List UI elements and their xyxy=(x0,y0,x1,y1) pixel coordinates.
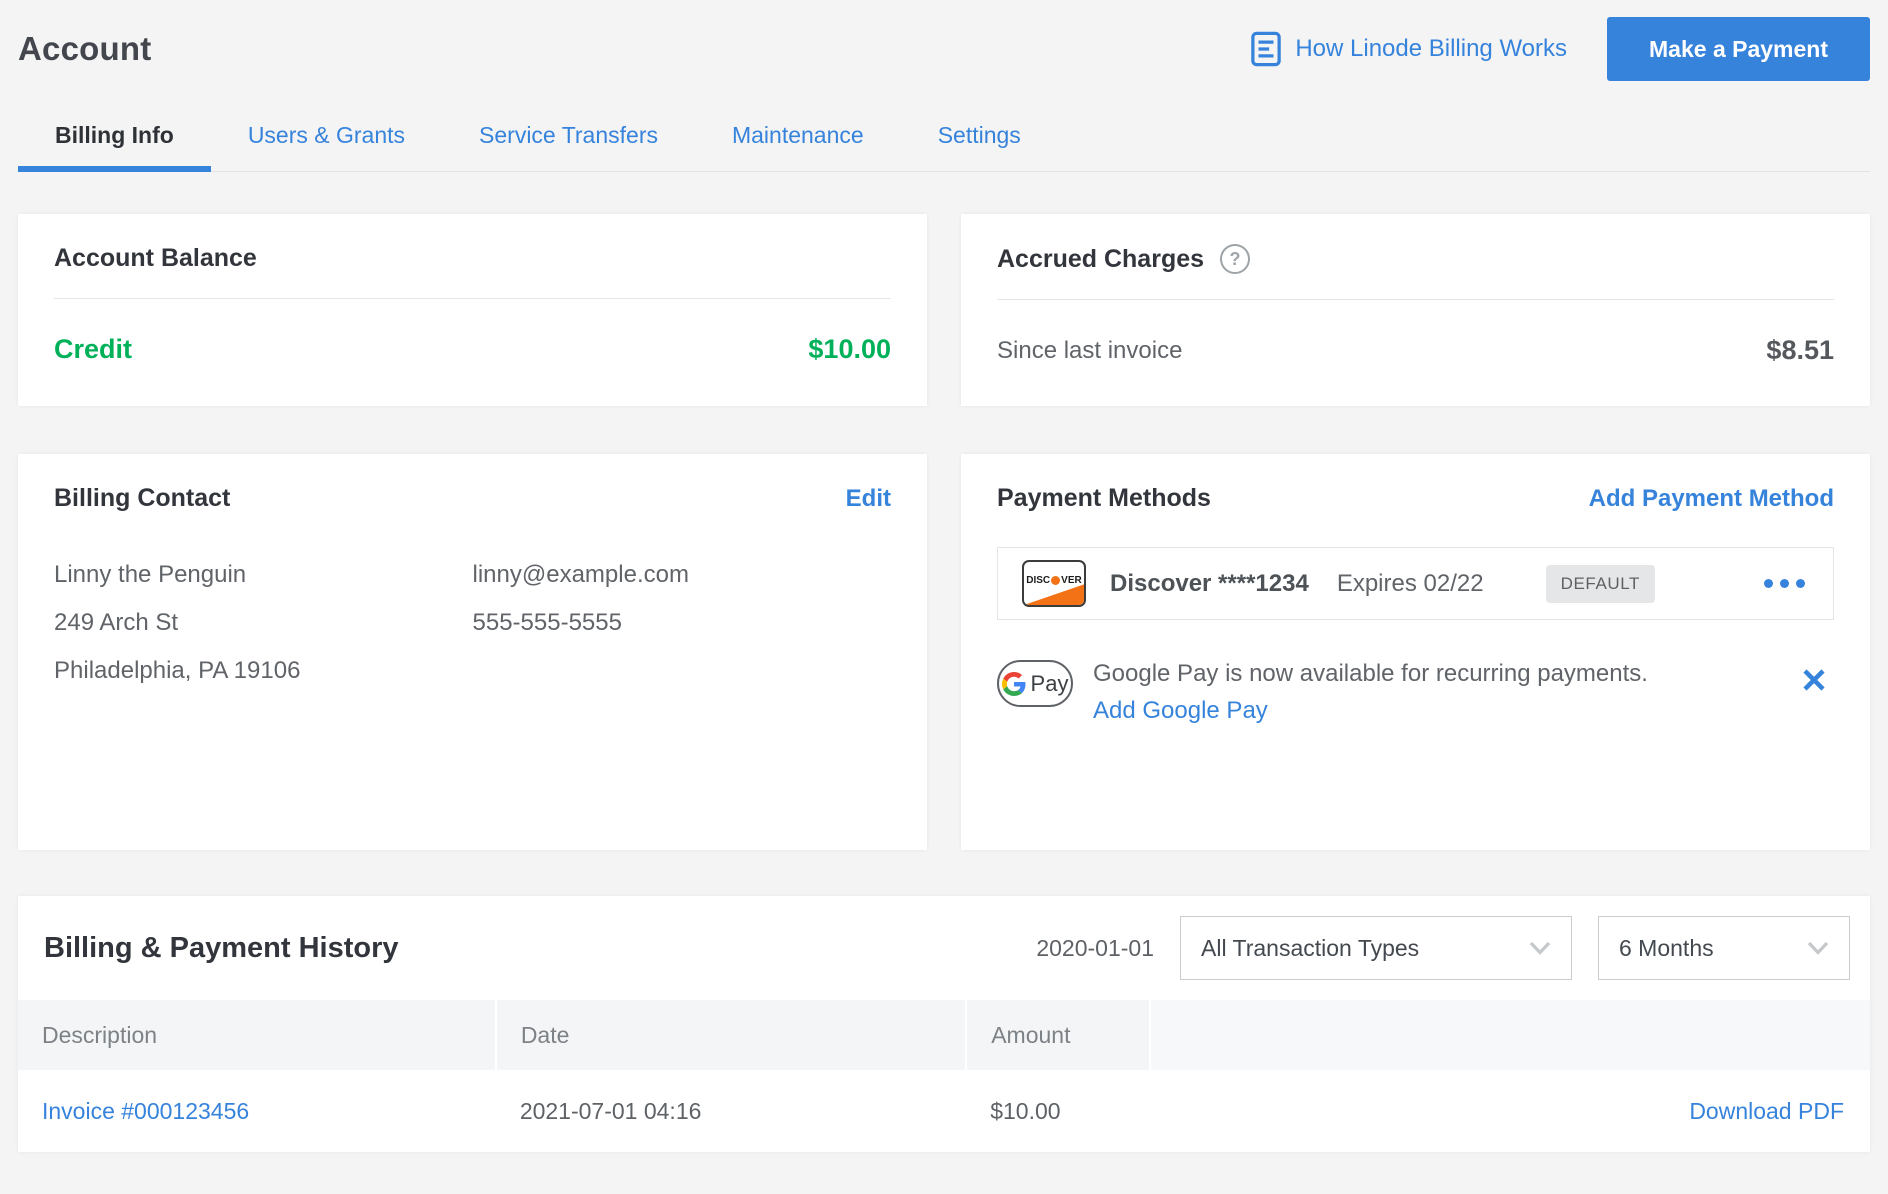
invoice-date: 2021-07-01 04:16 xyxy=(496,1070,966,1152)
tab-maintenance[interactable]: Maintenance xyxy=(695,108,901,171)
google-pay-texts: Google Pay is now available for recurrin… xyxy=(1093,660,1794,725)
contact-name: Linny the Penguin xyxy=(54,561,473,589)
date-range-value: 6 Months xyxy=(1619,935,1714,962)
divider xyxy=(54,298,891,299)
discover-card-icon: DISC VER xyxy=(1022,560,1086,607)
page-title: Account xyxy=(18,30,151,68)
column-header-amount: Amount xyxy=(966,1000,1149,1070)
column-header-description: Description xyxy=(18,1000,496,1070)
card-number-label: Discover ****1234 xyxy=(1110,570,1309,598)
credit-amount: $10.00 xyxy=(808,334,891,365)
contact-email: linny@example.com xyxy=(473,561,892,589)
document-icon xyxy=(1251,31,1281,67)
transaction-type-value: All Transaction Types xyxy=(1201,935,1419,962)
download-pdf-link[interactable]: Download PDF xyxy=(1689,1098,1844,1124)
billing-contact-card: Billing Contact Edit Linny the Penguin 2… xyxy=(18,454,927,850)
account-page: Account How Linode Billing Works Make a … xyxy=(0,0,1888,1152)
default-badge: DEFAULT xyxy=(1546,565,1655,603)
discover-orange-dot xyxy=(1051,576,1060,585)
chevron-down-icon xyxy=(1529,941,1551,955)
add-google-pay-link[interactable]: Add Google Pay xyxy=(1093,697,1268,725)
billing-contact-title: Billing Contact xyxy=(54,484,230,513)
google-pay-notice: Pay Google Pay is now available for recu… xyxy=(997,660,1834,725)
accrued-charges-row: Since last invoice $8.51 xyxy=(997,335,1834,366)
detail-cards-row: Billing Contact Edit Linny the Penguin 2… xyxy=(18,454,1870,850)
payment-methods-title: Payment Methods xyxy=(997,484,1211,513)
invoice-link[interactable]: Invoice #000123456 xyxy=(42,1098,249,1124)
tab-bar: Billing Info Users & Grants Service Tran… xyxy=(18,108,1870,172)
accrued-charges-card: Accrued Charges ? Since last invoice $8.… xyxy=(961,214,1870,406)
payment-method-row: DISCVER Discover ****1234 Expires 02/22 … xyxy=(997,547,1834,620)
contact-phone: 555-555-5555 xyxy=(473,609,892,637)
menu-dot xyxy=(1796,579,1805,588)
column-header-date: Date xyxy=(496,1000,966,1070)
add-payment-method-link[interactable]: Add Payment Method xyxy=(1589,485,1834,513)
discover-logo-right: VER xyxy=(1061,575,1082,586)
payment-method-actions-menu[interactable] xyxy=(1760,569,1809,598)
account-balance-card: Account Balance Credit $10.00 xyxy=(18,214,927,406)
header-actions: How Linode Billing Works Make a Payment xyxy=(1251,17,1870,81)
card-expiry-label: Expires 02/22 xyxy=(1337,570,1484,598)
table-row: Invoice #000123456 2021-07-01 04:16 $10.… xyxy=(18,1070,1870,1152)
discover-logo-text: DISC VER xyxy=(1026,575,1081,586)
how-linode-billing-works-link[interactable]: How Linode Billing Works xyxy=(1251,31,1567,67)
contact-address-line2: Philadelphia, PA 19106 xyxy=(54,657,473,685)
account-balance-title: Account Balance xyxy=(54,244,891,273)
tab-service-transfers[interactable]: Service Transfers xyxy=(442,108,695,171)
contact-address-column: Linny the Penguin 249 Arch St Philadelph… xyxy=(54,561,473,685)
history-filters: 2020-01-01 All Transaction Types 6 Month… xyxy=(1036,916,1850,980)
summary-cards-row: Account Balance Credit $10.00 Accrued Ch… xyxy=(18,214,1870,406)
billing-history-section: Billing & Payment History 2020-01-01 All… xyxy=(18,896,1870,1152)
discover-logo-left: DISC xyxy=(1026,575,1050,586)
google-pay-icon: Pay xyxy=(997,660,1073,707)
make-a-payment-button[interactable]: Make a Payment xyxy=(1607,17,1870,81)
billing-history-table: Description Date Amount Invoice #0001234… xyxy=(18,1000,1870,1152)
history-start-date-field[interactable]: 2020-01-01 xyxy=(1036,935,1154,962)
contact-comm-column: linny@example.com 555-555-5555 xyxy=(473,561,892,685)
menu-dot xyxy=(1780,579,1789,588)
google-pay-message: Google Pay is now available for recurrin… xyxy=(1093,660,1648,687)
table-header-row: Description Date Amount xyxy=(18,1000,1870,1070)
tab-settings[interactable]: Settings xyxy=(901,108,1058,171)
billing-contact-head: Billing Contact Edit xyxy=(54,484,891,513)
edit-billing-contact-link[interactable]: Edit xyxy=(846,485,891,513)
menu-dot xyxy=(1764,579,1773,588)
divider xyxy=(997,299,1834,300)
tab-users-grants[interactable]: Users & Grants xyxy=(211,108,442,171)
accrued-amount: $8.51 xyxy=(1766,335,1834,366)
credit-status-label: Credit xyxy=(54,334,132,365)
accrued-caption: Since last invoice xyxy=(997,337,1182,365)
chevron-down-icon xyxy=(1807,941,1829,955)
account-balance-row: Credit $10.00 xyxy=(54,334,891,365)
payment-methods-head: Payment Methods Add Payment Method xyxy=(997,484,1834,513)
accrued-charges-title: Accrued Charges xyxy=(997,245,1204,274)
payment-methods-card: Payment Methods Add Payment Method DISC V… xyxy=(961,454,1870,850)
help-icon[interactable]: ? xyxy=(1220,244,1250,274)
accrued-charges-title-row: Accrued Charges ? xyxy=(997,244,1834,274)
transaction-type-select[interactable]: All Transaction Types xyxy=(1180,916,1572,980)
column-header-actions xyxy=(1150,1000,1870,1070)
tab-billing-info[interactable]: Billing Info xyxy=(18,108,211,171)
page-header: Account How Linode Billing Works Make a … xyxy=(18,0,1870,78)
billing-history-head: Billing & Payment History 2020-01-01 All… xyxy=(18,896,1870,1000)
google-pay-label: Pay xyxy=(1031,671,1069,697)
invoice-amount: $10.00 xyxy=(966,1070,1149,1152)
billing-history-title: Billing & Payment History xyxy=(44,932,399,965)
contact-address-line1: 249 Arch St xyxy=(54,609,473,637)
date-range-select[interactable]: 6 Months xyxy=(1598,916,1850,980)
close-icon[interactable] xyxy=(1794,660,1834,700)
billing-contact-details: Linny the Penguin 249 Arch St Philadelph… xyxy=(54,561,891,685)
how-linode-billing-works-label: How Linode Billing Works xyxy=(1295,35,1567,63)
